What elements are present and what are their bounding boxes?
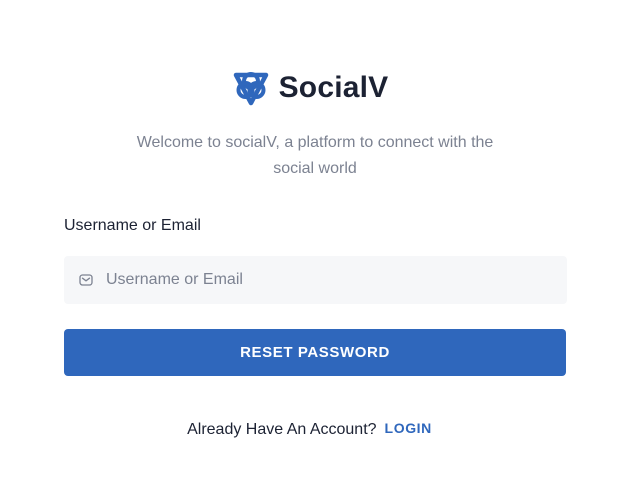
brand-name: SocialV <box>278 71 389 104</box>
username-or-email-label: Username or Email <box>64 217 201 234</box>
mail-icon <box>79 274 93 286</box>
username-or-email-input[interactable] <box>106 256 567 304</box>
brand: SocialV <box>0 66 619 110</box>
socialv-logo-icon <box>233 72 268 106</box>
login-link[interactable]: LOGIN <box>385 420 432 436</box>
username-or-email-field[interactable] <box>64 256 567 304</box>
reset-password-page: SocialV Welcome to socialV, a platform t… <box>0 0 619 481</box>
account-prompt: Already Have An Account? <box>187 421 377 438</box>
footer: Already Have An Account? LOGIN <box>0 419 619 441</box>
tagline: Welcome to socialV, a platform to connec… <box>136 134 494 177</box>
reset-password-button[interactable]: RESET PASSWORD <box>64 329 566 376</box>
